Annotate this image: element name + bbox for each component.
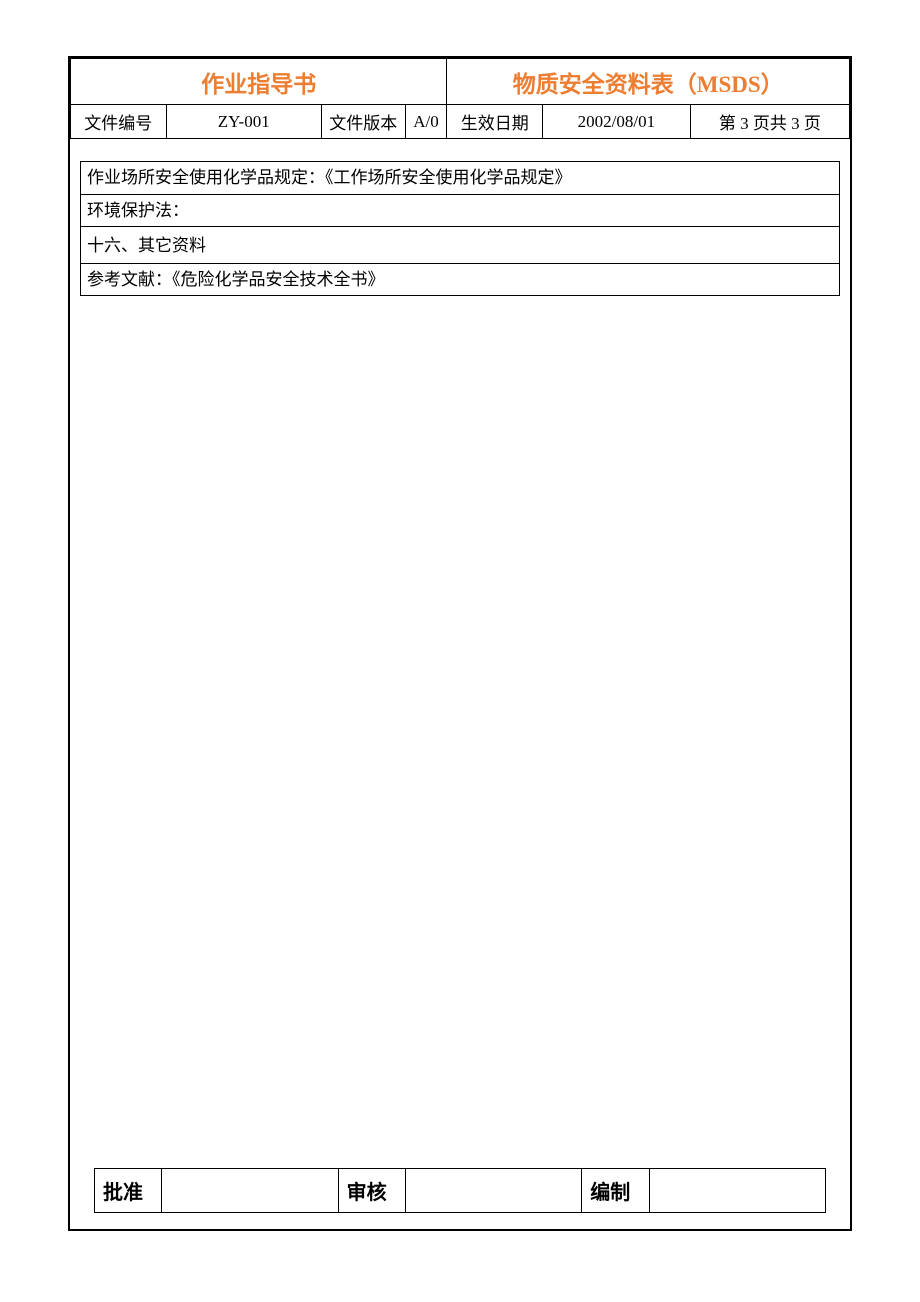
version-value: A/0 [405, 105, 447, 139]
section-header-16: 十六、其它资料 [81, 227, 840, 264]
content-row-env-law: 环境保护法： [81, 194, 840, 227]
content-table: 作业场所安全使用化学品规定：《工作场所安全使用化学品规定》 环境保护法： 十六、… [80, 161, 840, 296]
document-page: 作业指导书 物质安全资料表（MSDS） 文件编号 ZY-001 文件版本 A/0… [68, 56, 852, 1231]
page-number: 第 3 页共 3 页 [690, 105, 849, 139]
review-label: 审核 [338, 1169, 405, 1213]
effective-value: 2002/08/01 [543, 105, 691, 139]
header-table: 作业指导书 物质安全资料表（MSDS） 文件编号 ZY-001 文件版本 A/0… [70, 58, 850, 139]
author-blank [649, 1169, 825, 1213]
approve-label: 批准 [95, 1169, 162, 1213]
title-left: 作业指导书 [71, 59, 447, 105]
title-right: 物质安全资料表（MSDS） [447, 59, 850, 105]
footer-signature-table: 批准 审核 编制 [94, 1168, 826, 1213]
doc-no-value: ZY-001 [166, 105, 321, 139]
version-label: 文件版本 [321, 105, 405, 139]
effective-label: 生效日期 [447, 105, 543, 139]
author-label: 编制 [582, 1169, 649, 1213]
content-row-workplace-rule: 作业场所安全使用化学品规定：《工作场所安全使用化学品规定》 [81, 162, 840, 195]
approve-blank [162, 1169, 338, 1213]
content-row-reference: 参考文献：《危险化学品安全技术全书》 [81, 263, 840, 296]
doc-no-label: 文件编号 [71, 105, 167, 139]
review-blank [405, 1169, 581, 1213]
